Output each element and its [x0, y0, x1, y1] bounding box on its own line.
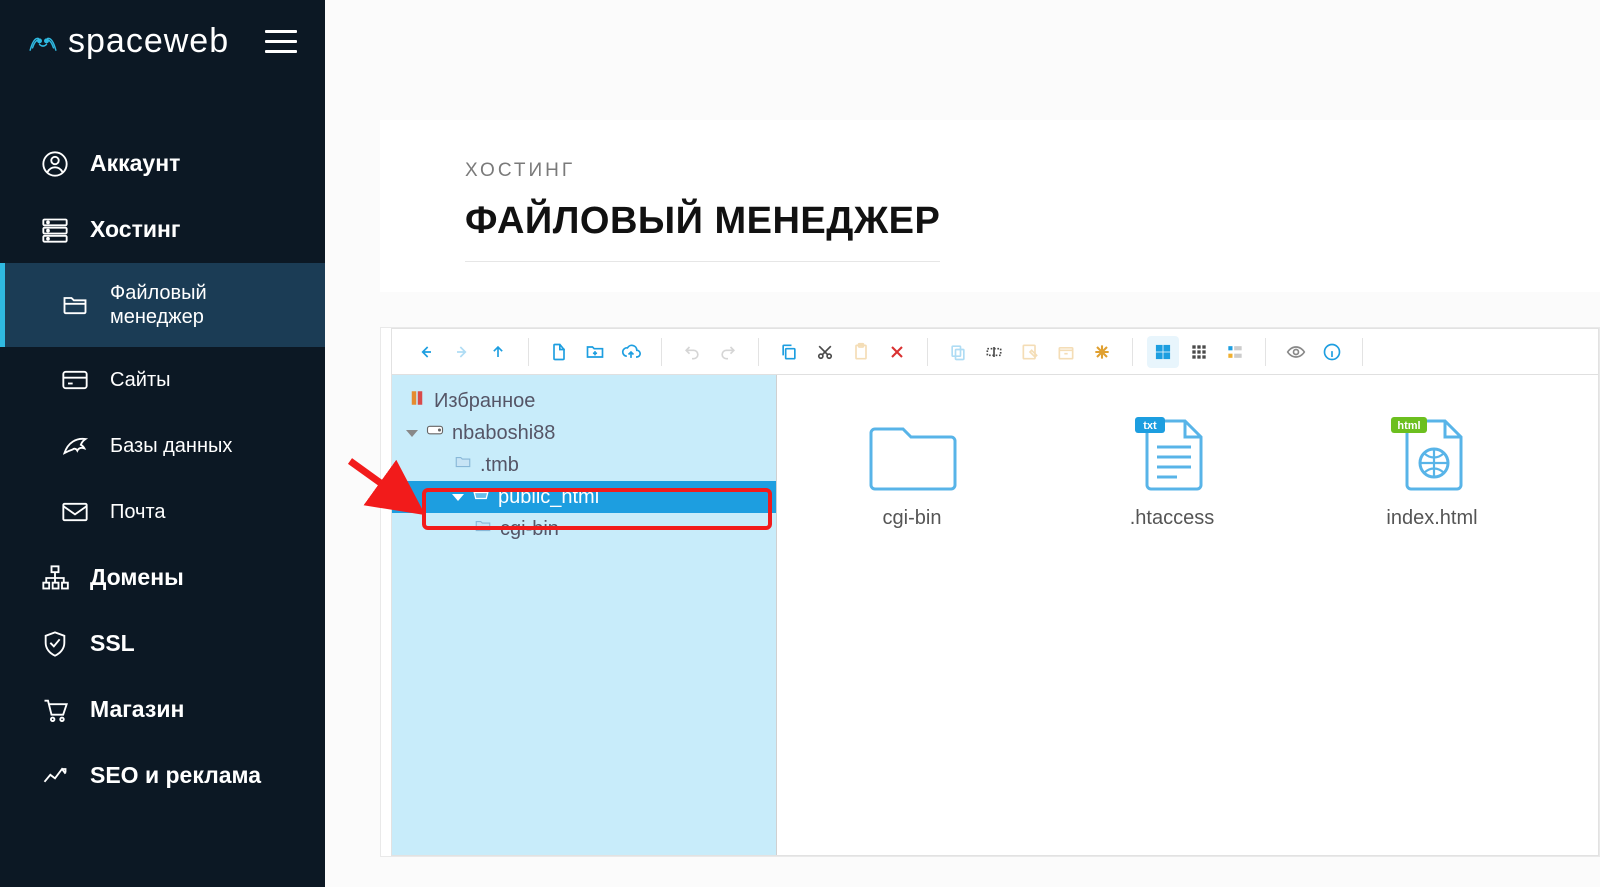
- edit-button[interactable]: [1014, 336, 1046, 368]
- tree-root[interactable]: nbaboshi88: [392, 417, 776, 449]
- file-manager: Избранное nbaboshi88 .tmb public_: [380, 327, 1600, 857]
- cart-icon: [40, 695, 70, 725]
- sidebar-item-label: Магазин: [90, 696, 184, 724]
- file-item-txt[interactable]: txt .htaccess: [1097, 415, 1247, 530]
- info-button[interactable]: [1316, 336, 1348, 368]
- file-name: index.html: [1386, 507, 1477, 530]
- folder-icon: [472, 517, 494, 541]
- sidebar-item-label: SSL: [90, 630, 135, 658]
- tree-label: .tmb: [480, 454, 519, 477]
- fm-body: Избранное nbaboshi88 .tmb public_: [392, 375, 1598, 855]
- bookmark-icon: [406, 389, 428, 413]
- sidebar-nav: Аккаунт Хостинг Файловый менеджер Сайты …: [0, 91, 325, 809]
- delete-button[interactable]: [881, 336, 913, 368]
- expand-icon: [406, 430, 418, 437]
- tree-node-public-html[interactable]: public_html: [392, 481, 776, 513]
- logo-icon: [28, 27, 58, 57]
- sidebar-item-ssl[interactable]: SSL: [0, 611, 325, 677]
- copy-button[interactable]: [773, 336, 805, 368]
- view-list-button[interactable]: [1219, 336, 1251, 368]
- html-file-icon: html: [1387, 415, 1477, 493]
- cut-button[interactable]: [809, 336, 841, 368]
- main-content: ХОСТИНГ ФАЙЛОВЫЙ МЕНЕДЖЕР: [325, 0, 1600, 887]
- shield-icon: [40, 629, 70, 659]
- fm-toolbar: [392, 329, 1598, 375]
- logo[interactable]: spaceweb: [28, 22, 229, 61]
- folder-icon: [452, 453, 474, 477]
- logo-text: spaceweb: [68, 22, 229, 61]
- view-icons-large-button[interactable]: [1147, 336, 1179, 368]
- view-icons-small-button[interactable]: [1183, 336, 1215, 368]
- archive-button[interactable]: [1050, 336, 1082, 368]
- sidebar-item-label: Домены: [90, 564, 184, 592]
- preview-button[interactable]: [1280, 336, 1312, 368]
- sidebar-item-hosting[interactable]: Хостинг: [0, 197, 325, 263]
- tree-node-tmb[interactable]: .tmb: [392, 449, 776, 481]
- tree-label: Избранное: [434, 390, 535, 413]
- sidebar-header: spaceweb: [0, 0, 325, 91]
- folder-open-icon: [470, 485, 492, 509]
- drive-icon: [424, 421, 446, 445]
- rename-button[interactable]: [978, 336, 1010, 368]
- expand-icon: [452, 494, 464, 501]
- sidebar-item-mail[interactable]: Почта: [0, 479, 325, 545]
- undo-button[interactable]: [676, 336, 708, 368]
- sidebar-item-label: Сайты: [110, 368, 171, 392]
- sidebar-item-filemanager[interactable]: Файловый менеджер: [0, 263, 325, 347]
- dolphin-icon: [60, 431, 90, 461]
- tree-label: public_html: [498, 486, 599, 509]
- page-title: ФАЙЛОВЫЙ МЕНЕДЖЕР: [465, 200, 940, 262]
- sidebar: spaceweb Аккаунт Хостинг Файловый менедж…: [0, 0, 325, 887]
- up-button[interactable]: [482, 336, 514, 368]
- back-button[interactable]: [410, 336, 442, 368]
- txt-file-icon: txt: [1127, 415, 1217, 493]
- paste-button[interactable]: [845, 336, 877, 368]
- sidebar-item-label: Аккаунт: [90, 150, 180, 178]
- sidebar-item-label: Базы данных: [110, 434, 232, 458]
- file-name: .htaccess: [1130, 507, 1214, 530]
- tree-label: cgi-bin: [500, 518, 559, 541]
- sitemap-icon: [40, 563, 70, 593]
- mail-icon: [60, 497, 90, 527]
- breadcrumb: ХОСТИНГ: [465, 160, 1540, 182]
- file-grid: cgi-bin txt .htaccess html index.html: [777, 375, 1598, 855]
- sidebar-item-label: Файловый менеджер: [110, 281, 305, 329]
- user-icon: [40, 149, 70, 179]
- folder-icon: [60, 290, 90, 320]
- file-item-html[interactable]: html index.html: [1357, 415, 1507, 530]
- sidebar-item-shop[interactable]: Магазин: [0, 677, 325, 743]
- upload-button[interactable]: [615, 336, 647, 368]
- forward-button[interactable]: [446, 336, 478, 368]
- tree-label: nbaboshi88: [452, 422, 555, 445]
- sidebar-item-label: SEO и реклама: [90, 762, 261, 790]
- sidebar-item-label: Почта: [110, 500, 166, 524]
- redo-button[interactable]: [712, 336, 744, 368]
- sidebar-item-databases[interactable]: Базы данных: [0, 413, 325, 479]
- sidebar-item-sites[interactable]: Сайты: [0, 347, 325, 413]
- svg-text:txt: txt: [1143, 420, 1157, 432]
- folder-tree: Избранное nbaboshi88 .tmb public_: [392, 375, 777, 855]
- file-item-folder[interactable]: cgi-bin: [837, 415, 987, 530]
- sidebar-item-account[interactable]: Аккаунт: [0, 131, 325, 197]
- extract-button[interactable]: [1086, 336, 1118, 368]
- card-icon: [60, 365, 90, 395]
- server-icon: [40, 215, 70, 245]
- chart-icon: [40, 761, 70, 791]
- tree-favorites[interactable]: Избранное: [392, 385, 776, 417]
- newfolder-button[interactable]: [579, 336, 611, 368]
- file-name: cgi-bin: [883, 507, 942, 530]
- tree-node-cgi-bin[interactable]: cgi-bin: [392, 513, 776, 545]
- newfile-button[interactable]: [543, 336, 575, 368]
- page-header: ХОСТИНГ ФАЙЛОВЫЙ МЕНЕДЖЕР: [380, 120, 1600, 292]
- folder-icon: [867, 415, 957, 493]
- hamburger-menu-icon[interactable]: [265, 30, 297, 53]
- sidebar-item-seo[interactable]: SEO и реклама: [0, 743, 325, 809]
- sidebar-item-label: Хостинг: [90, 216, 180, 244]
- svg-text:html: html: [1397, 420, 1420, 432]
- sidebar-item-domains[interactable]: Домены: [0, 545, 325, 611]
- duplicate-button[interactable]: [942, 336, 974, 368]
